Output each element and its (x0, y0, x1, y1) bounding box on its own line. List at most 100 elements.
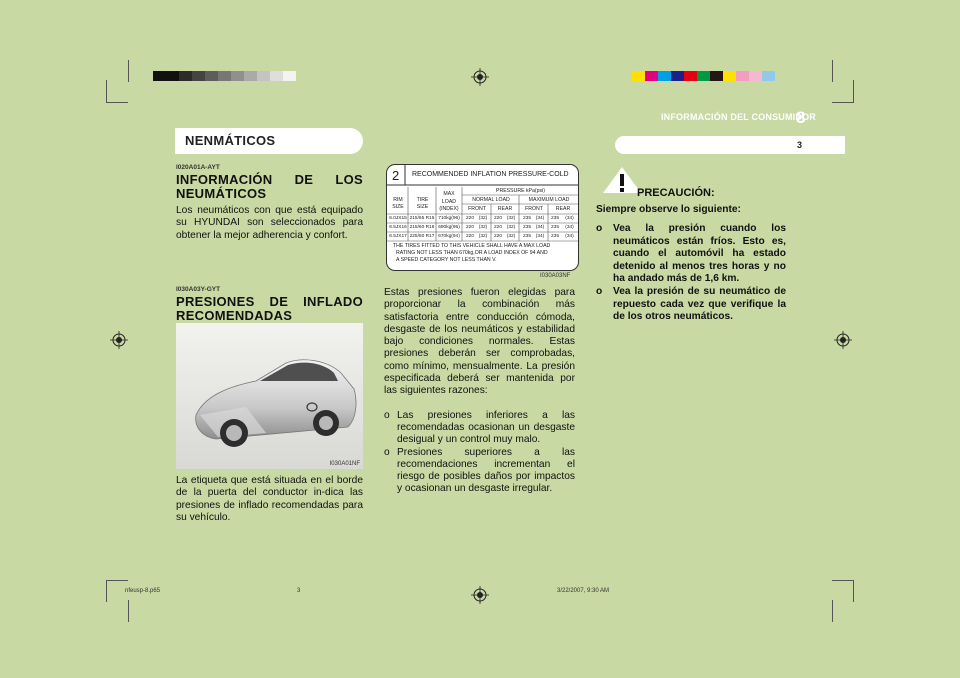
pressure-cell-load: 690kg(95) (438, 225, 460, 230)
list-item: o Presiones superiores a las recomendaci… (384, 447, 575, 496)
label-footer-line: THE TIRES FITTED TO THIS VEHICLE SHALL H… (393, 243, 551, 249)
section-tab-label: NENMÁTICOS (185, 133, 276, 148)
grayscale-swatch (153, 71, 166, 81)
list-item: o Vea la presión de su neumático de repu… (596, 286, 786, 324)
grayscale-swatch (179, 71, 192, 81)
pressure-cell-mf: 235 (522, 216, 531, 221)
pressure-cell-nr: 220 (493, 225, 502, 230)
front-header: FRONT (468, 206, 486, 212)
pressure-cell-mr: 235 (550, 225, 559, 230)
pressure-cell-tire: 225/50 R17 (409, 234, 435, 239)
front-header: FRONT (525, 206, 543, 212)
pressure-cell-nf: 220 (465, 234, 474, 239)
list-text: Las presiones inferiores a las recomenda… (397, 409, 575, 446)
color-swatch (684, 71, 697, 81)
registration-mark-icon (834, 331, 852, 349)
pressure-cell-load: 710kg(96) (438, 216, 460, 221)
chapter-number: 8 (796, 108, 806, 127)
car-door-image: I030A01NF (176, 323, 363, 469)
pressure-cell-nr: 220 (493, 234, 502, 239)
rear-header: REAR (497, 206, 513, 212)
pressure-cell-nfp: (32) (478, 225, 488, 230)
section-tab: NENMÁTICOS (175, 128, 363, 154)
warning-triangle-icon (603, 167, 641, 193)
list-text: Vea la presión cuando los neumáticos est… (613, 223, 786, 285)
pressure-intro-text: Estas presiones fueron elegidas para pro… (384, 287, 575, 496)
label-number: 2 (392, 168, 400, 183)
pressure-cell-rim: 6.5JX17 (389, 234, 407, 239)
pressure-intro: Estas presiones fueron elegidas para pro… (384, 287, 575, 397)
pressure-cell-mr: 235 (550, 234, 559, 239)
pressure-cell-mfp: (34) (535, 216, 545, 221)
grayscale-bar (153, 71, 296, 81)
maximum-load-header: MAXIMUM LOAD (528, 197, 570, 203)
section-heading: INFORMACIÓN DE LOS NEUMÁTICOS (176, 172, 363, 201)
footer-page: 3 (297, 588, 301, 594)
section-tire-info: I020A01A-AYT INFORMACIÓN DE LOS NEUMÁTIC… (176, 164, 363, 242)
pressure-cell-nrp: (32) (506, 225, 516, 230)
color-swatch (710, 71, 723, 81)
list-item: o Vea la presión cuando los neumáticos e… (596, 223, 786, 286)
pressure-cell-mfp: (34) (535, 225, 545, 230)
tire-pressure-label: 2 RECOMMENDED INFLATION PRESSURE-COLD RI… (386, 164, 579, 271)
pressure-header: PRESSURE kPa(psi) (495, 188, 545, 194)
color-swatch (671, 71, 684, 81)
caution-lead: Siempre observe lo siguiente: (596, 204, 741, 215)
column-rim-size: RIM SIZE (392, 197, 404, 210)
pressure-cell-nrp: (32) (506, 234, 516, 239)
list-text: Vea la presión de su neumático de repues… (613, 285, 786, 323)
pressure-cell-nfp: (32) (478, 234, 488, 239)
pressure-cell-rim: 6.5JX16 (389, 225, 407, 230)
pressure-cell-nrp: (32) (506, 216, 516, 221)
image-caption: I030A01NF (329, 461, 360, 467)
grayscale-swatch (270, 71, 283, 81)
label-footer-line: RATING NOT LESS THAN 670kg,OR A LOAD IND… (396, 250, 548, 256)
grayscale-swatch (283, 71, 296, 81)
caution-title: PRECAUCIÓN: (637, 187, 715, 199)
registration-mark-icon (471, 68, 489, 86)
pressure-cell-mrp: (34) (565, 216, 574, 221)
caution-list: o Vea la presión cuando los neumáticos e… (596, 223, 786, 324)
color-swatch (658, 71, 671, 81)
color-swatch (632, 71, 645, 81)
pressure-cell-nr: 220 (493, 216, 502, 221)
grayscale-swatch (231, 71, 244, 81)
color-swatch (736, 71, 749, 81)
grayscale-swatch (244, 71, 257, 81)
pressure-cell-mrp: (34) (565, 234, 574, 239)
color-bar (632, 71, 775, 81)
list-text: Presiones superiores a las recomendacion… (397, 446, 575, 495)
section-title: INFORMACIÓN DEL CONSUMIDOR (660, 112, 816, 122)
rear-header: REAR (555, 206, 571, 212)
pressure-cell-nfp: (32) (478, 216, 488, 221)
list-item: o Las presiones inferiores a las recomen… (384, 410, 575, 447)
section-pressure: I030A03Y-GYT PRESIONES DE INFLADO RECOME… (176, 286, 363, 323)
list-marker: o (596, 285, 603, 297)
color-swatch (697, 71, 710, 81)
color-swatch (762, 71, 775, 81)
grayscale-swatch (192, 71, 205, 81)
label-title: RECOMMENDED INFLATION PRESSURE-COLD (412, 171, 569, 178)
list-marker: o (384, 409, 390, 421)
label-footer-line: A SPEED CATEGORY NOT LESS THAN V. (396, 257, 497, 263)
grayscale-swatch (257, 71, 270, 81)
section-heading: PRESIONES DE INFLADO RECOMENDADAS (176, 294, 363, 323)
color-swatch (723, 71, 736, 81)
pressure-cell-nf: 220 (465, 225, 474, 230)
car-illustration (176, 323, 363, 469)
pressure-cell-tire: 215/60 R16 (409, 225, 435, 230)
column-max-load: MAX LOAD (INDEX) (439, 191, 459, 212)
grayscale-swatch (218, 71, 231, 81)
grayscale-swatch (205, 71, 218, 81)
pressure-cell-tire: 215/65 R15 (409, 216, 435, 221)
pressure-cell-mf: 235 (522, 225, 531, 230)
color-swatch (645, 71, 658, 81)
section-code: I020A01A-AYT (176, 164, 220, 171)
pressure-cell-mrp: (34) (565, 225, 574, 230)
list-marker: o (596, 223, 603, 234)
page-number-tab (615, 136, 845, 154)
registration-mark-icon (471, 586, 489, 604)
pressure-cell-mfp: (34) (535, 234, 545, 239)
footer-file: nfeusp-8.p65 (125, 588, 161, 594)
pressure-cell-rim: 6.0JX15 (389, 216, 407, 221)
